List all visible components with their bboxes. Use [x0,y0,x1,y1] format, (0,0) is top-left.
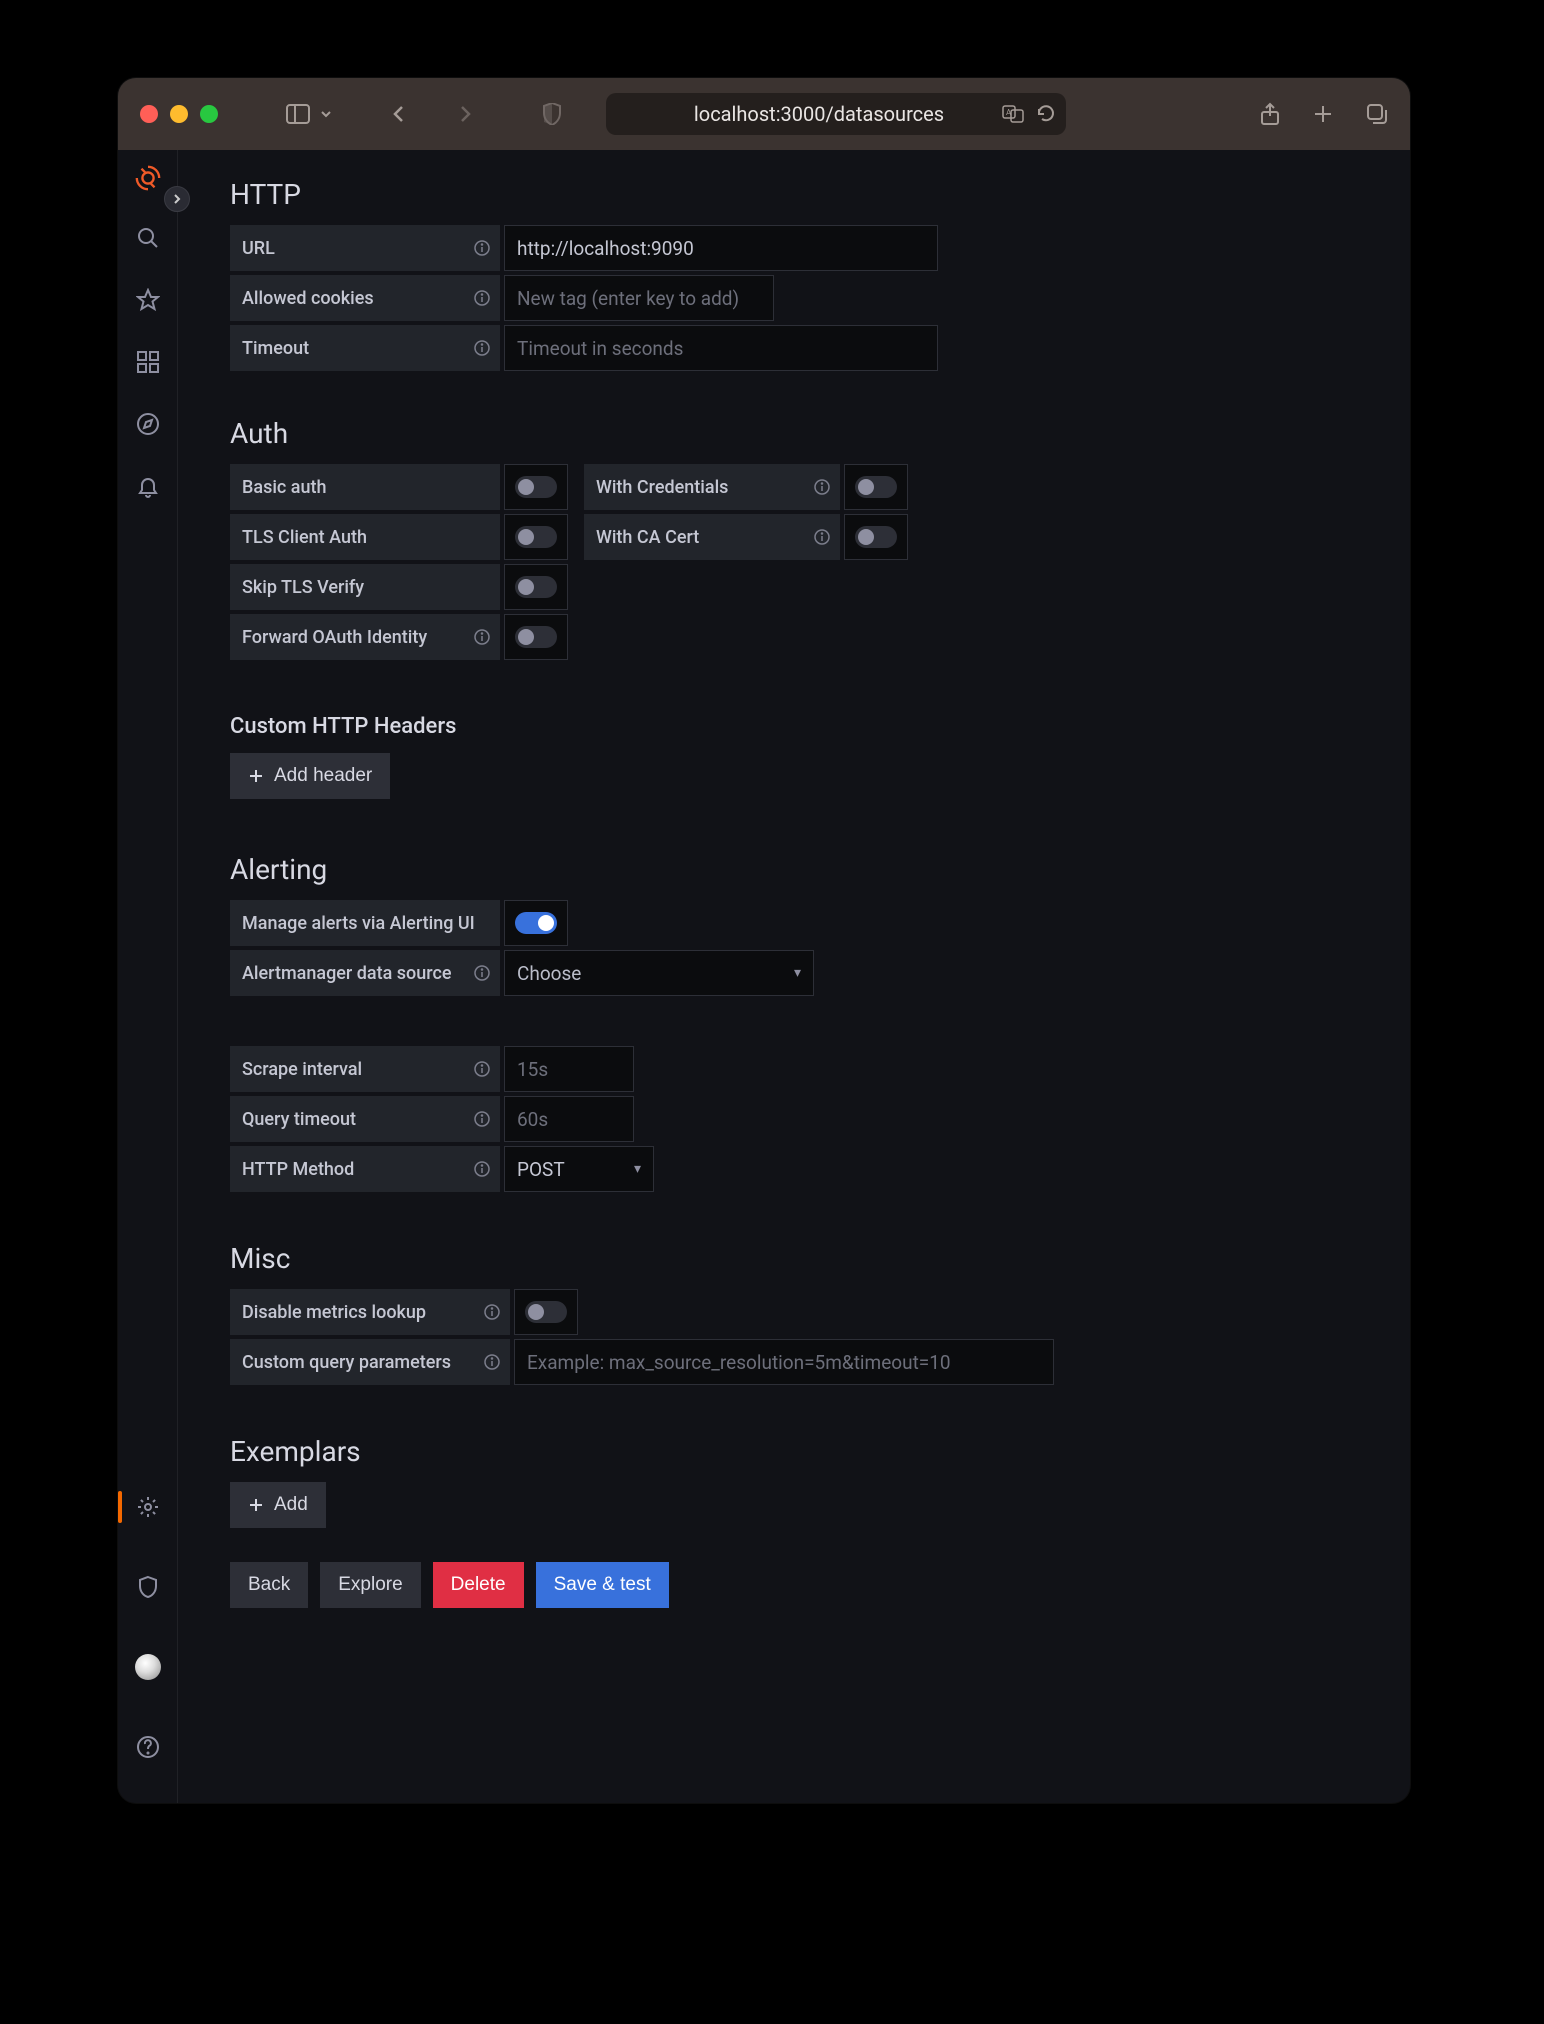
add-header-button[interactable]: Add header [230,753,390,799]
info-icon[interactable] [474,629,490,645]
label-tls-client-auth: TLS Client Auth [230,514,500,560]
input-url[interactable]: http://localhost:9090 [504,225,938,271]
select-http-method[interactable]: POST ▾ [504,1146,654,1192]
nav-forward-button[interactable] [456,105,474,123]
sidebar-explore-icon[interactable] [126,402,170,446]
toggle-with-credentials[interactable] [844,464,908,510]
input-timeout[interactable]: Timeout in seconds [504,325,938,371]
close-window-button[interactable] [140,105,158,123]
browser-window: localhost:3000/datasources A [118,78,1410,1803]
info-icon[interactable] [474,1161,490,1177]
section-title-headers: Custom HTTP Headers [230,714,1380,739]
sidebar [118,150,178,1803]
label-manage-alerts: Manage alerts via Alerting UI [230,900,500,946]
input-scrape-interval[interactable]: 15s [504,1046,634,1092]
sidebar-search-icon[interactable] [126,216,170,260]
label-with-credentials: With Credentials [584,464,840,510]
label-query-timeout: Query timeout [230,1096,500,1142]
nav-back-button[interactable] [390,105,408,123]
label-forward-oauth: Forward OAuth Identity [230,614,500,660]
label-disable-metrics: Disable metrics lookup [230,1289,510,1335]
chevron-down-icon: ▾ [634,1161,641,1177]
label-alertmanager-ds: Alertmanager data source [230,950,500,996]
input-custom-query[interactable]: Example: max_source_resolution=5m&timeou… [514,1339,1054,1385]
input-query-timeout[interactable]: 60s [504,1096,634,1142]
info-icon[interactable] [814,479,830,495]
url-text: localhost:3000/datasources [694,102,944,126]
info-icon[interactable] [474,290,490,306]
new-tab-icon[interactable] [1312,102,1334,126]
section-title-http: HTTP [230,178,1380,211]
label-skip-tls-verify: Skip TLS Verify [230,564,500,610]
info-icon[interactable] [474,1111,490,1127]
info-icon[interactable] [474,965,490,981]
translate-icon[interactable]: A [1002,105,1024,123]
sidebar-starred-icon[interactable] [126,278,170,322]
sidebar-toggle-icon[interactable] [286,104,310,124]
main-content: HTTP URL http://localhost:9090 Allowed c… [178,150,1410,1803]
share-icon[interactable] [1260,102,1280,126]
svg-text:A: A [1006,108,1012,117]
info-icon[interactable] [484,1304,500,1320]
grafana-logo-icon[interactable] [134,164,162,192]
label-basic-auth: Basic auth [230,464,500,510]
titlebar: localhost:3000/datasources A [118,78,1410,150]
tabs-overview-icon[interactable] [1366,102,1388,126]
traffic-lights [140,105,218,123]
chevron-down-icon: ▾ [794,965,801,981]
explore-button[interactable]: Explore [320,1562,420,1608]
label-with-ca-cert: With CA Cert [584,514,840,560]
label-scrape-interval: Scrape interval [230,1046,500,1092]
toggle-manage-alerts[interactable] [504,900,568,946]
add-exemplar-button[interactable]: Add [230,1482,326,1528]
sidebar-configuration-icon[interactable] [126,1485,170,1529]
toggle-basic-auth[interactable] [504,464,568,510]
back-button[interactable]: Back [230,1562,308,1608]
toggle-skip-tls-verify[interactable] [504,564,568,610]
info-icon[interactable] [474,340,490,356]
section-title-auth: Auth [230,417,1380,450]
footer-buttons: Back Explore Delete Save & test [230,1562,1380,1608]
sidebar-server-admin-icon[interactable] [126,1565,170,1609]
label-allowed-cookies: Allowed cookies [230,275,500,321]
sidebar-dashboards-icon[interactable] [126,340,170,384]
sidebar-user-avatar[interactable] [126,1645,170,1689]
toggle-with-ca-cert[interactable] [844,514,908,560]
url-bar[interactable]: localhost:3000/datasources A [606,93,1066,135]
info-icon[interactable] [474,240,490,256]
info-icon[interactable] [484,1354,500,1370]
delete-button[interactable]: Delete [433,1562,524,1608]
maximize-window-button[interactable] [200,105,218,123]
chevron-down-icon[interactable] [320,108,332,120]
sidebar-help-icon[interactable] [126,1725,170,1769]
toggle-tls-client-auth[interactable] [504,514,568,560]
select-alertmanager-ds[interactable]: Choose ▾ [504,950,814,996]
toggle-disable-metrics[interactable] [514,1289,578,1335]
info-icon[interactable] [814,529,830,545]
label-timeout: Timeout [230,325,500,371]
toggle-forward-oauth[interactable] [504,614,568,660]
section-title-exemplars: Exemplars [230,1435,1380,1468]
privacy-shield-icon[interactable] [542,103,562,125]
section-title-misc: Misc [230,1242,1380,1275]
reload-icon[interactable] [1036,104,1056,124]
save-test-button[interactable]: Save & test [536,1562,669,1608]
label-custom-query: Custom query parameters [230,1339,510,1385]
minimize-window-button[interactable] [170,105,188,123]
sidebar-alerting-icon[interactable] [126,464,170,508]
section-title-alerting: Alerting [230,853,1380,886]
input-allowed-cookies[interactable]: New tag (enter key to add) [504,275,774,321]
info-icon[interactable] [474,1061,490,1077]
label-url: URL [230,225,500,271]
label-http-method: HTTP Method [230,1146,500,1192]
